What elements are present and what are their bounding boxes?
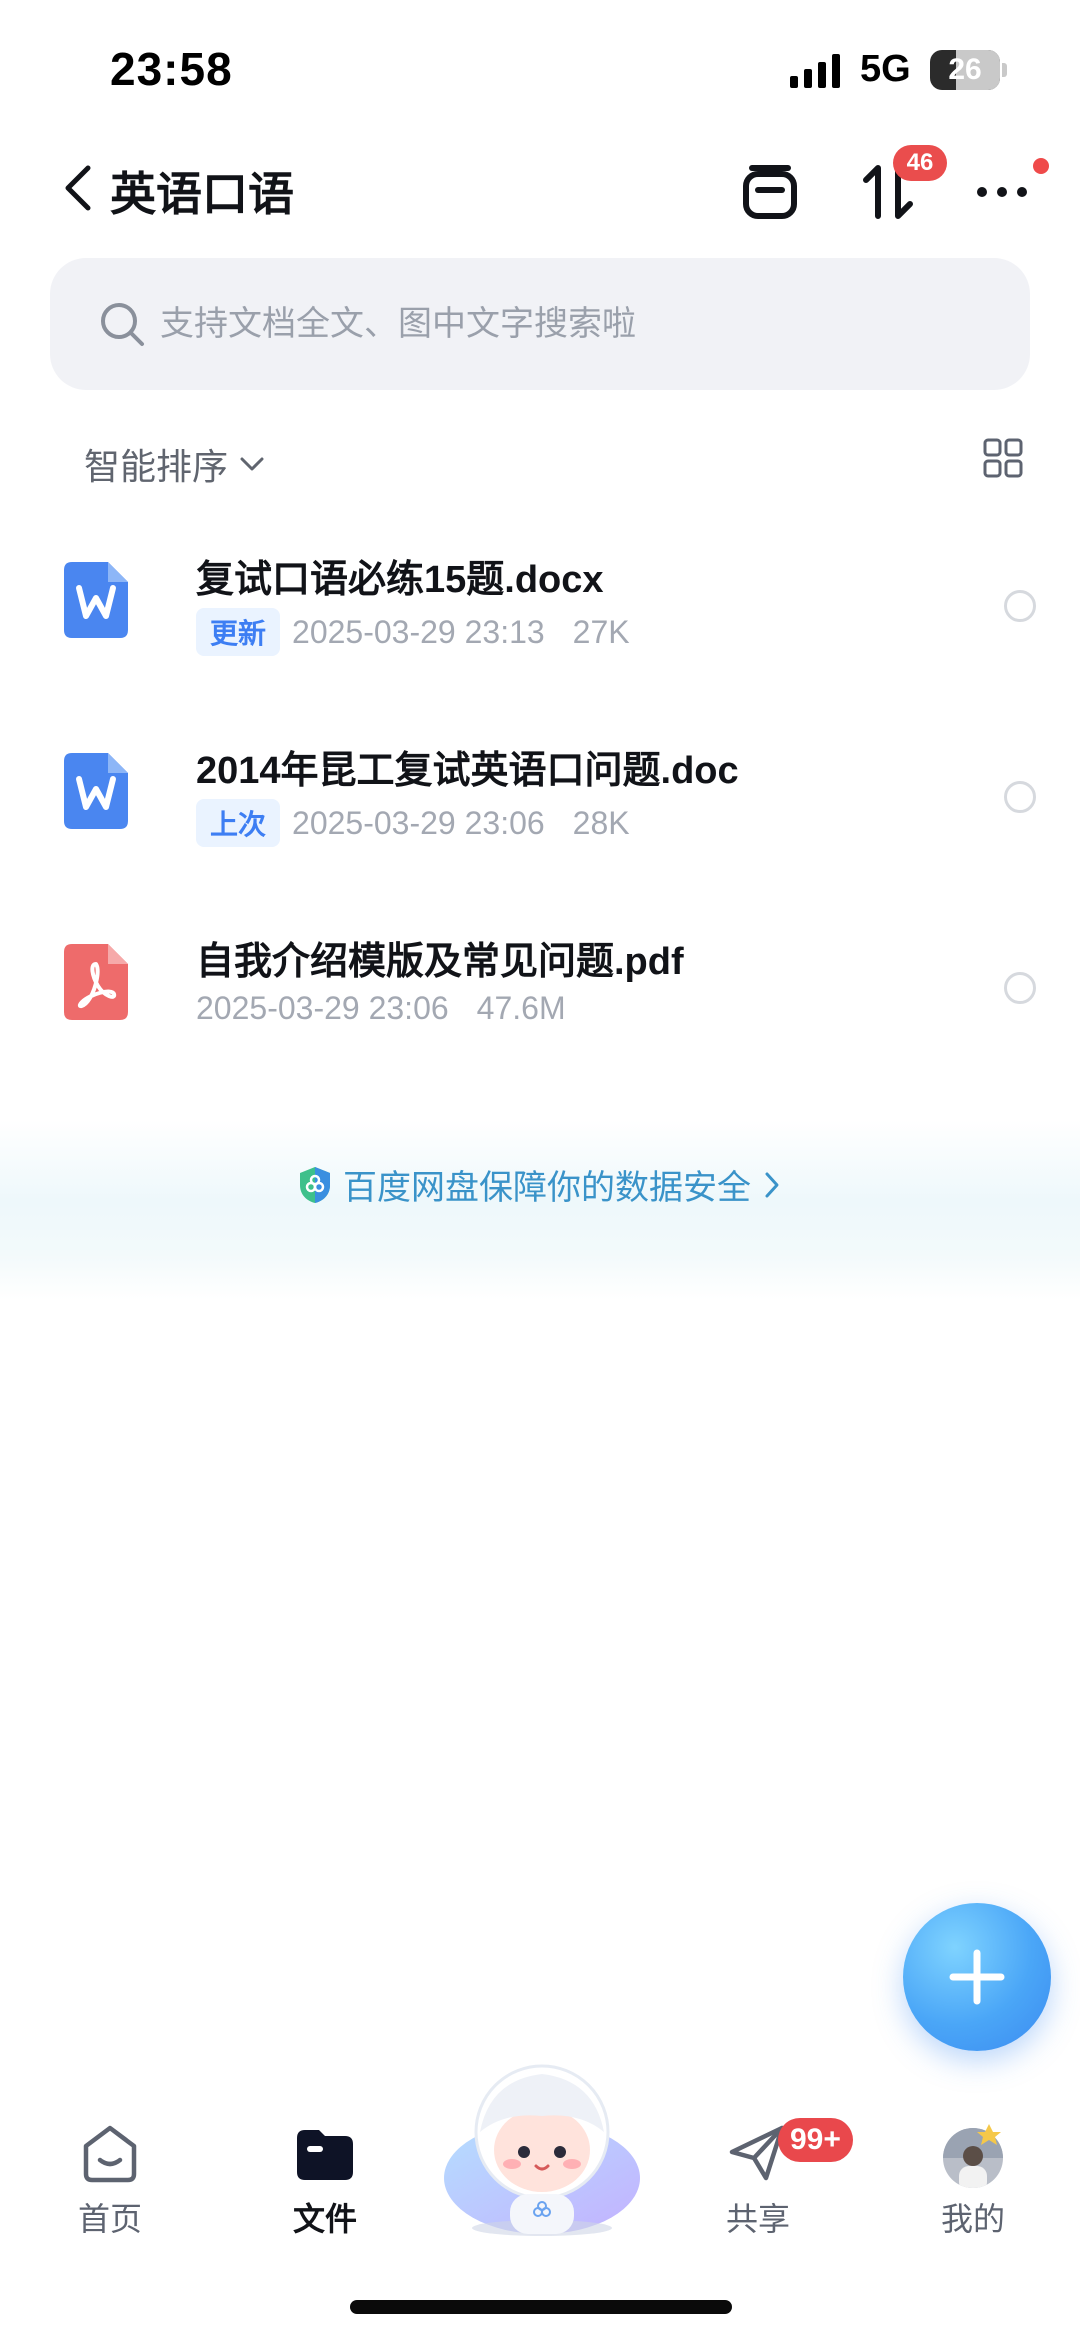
search-icon bbox=[101, 303, 144, 346]
grid-view-icon[interactable] bbox=[983, 438, 1023, 478]
file-size: 28K bbox=[572, 804, 630, 841]
select-radio[interactable] bbox=[1004, 781, 1036, 813]
shield-icon bbox=[300, 1166, 330, 1203]
file-tag: 更新 bbox=[196, 608, 281, 656]
word-file-icon bbox=[64, 753, 128, 829]
status-time: 23:58 bbox=[110, 43, 233, 95]
home-indicator bbox=[350, 2300, 732, 2314]
file-date: 2025-03-29 23:13 bbox=[292, 613, 545, 650]
file-date: 2025-03-29 23:06 bbox=[196, 990, 449, 1026]
back-chevron-icon[interactable] bbox=[58, 160, 98, 216]
security-banner-text: 百度网盘保障你的数据安全 bbox=[343, 1169, 751, 1207]
clipboard-icon[interactable] bbox=[738, 160, 802, 224]
file-tag: 上次 bbox=[196, 799, 281, 847]
file-row[interactable]: 自我介绍模版及常见问题.pdf 2025-03-29 23:06 47.6M bbox=[0, 894, 1080, 1084]
pdf-file-icon bbox=[64, 944, 128, 1020]
word-file-icon bbox=[64, 562, 128, 638]
assistant-mascot-icon[interactable] bbox=[440, 2060, 644, 2240]
share-count-badge: 99+ bbox=[778, 2118, 853, 2162]
signal-strength-icon bbox=[790, 54, 840, 88]
file-size: 47.6M bbox=[476, 990, 566, 1026]
plus-icon bbox=[949, 1949, 1005, 2005]
sort-label: 智能排序 bbox=[84, 446, 229, 487]
file-name: 自我介绍模版及常见问题.pdf bbox=[196, 941, 684, 983]
chevron-down-icon bbox=[240, 457, 264, 471]
battery-level-text: 26 bbox=[948, 53, 982, 86]
page-title: 英语口语 bbox=[110, 168, 294, 220]
folder-icon bbox=[297, 2130, 353, 2180]
network-type: 5G bbox=[860, 48, 911, 90]
more-icon[interactable] bbox=[972, 160, 1036, 224]
chevron-right-icon bbox=[765, 1172, 779, 1197]
notification-dot bbox=[1033, 158, 1049, 174]
file-row[interactable]: 复试口语必练15题.docx 更新 2025-03-29 23:13 27K bbox=[0, 512, 1080, 702]
tab-label: 我的 bbox=[940, 2201, 1005, 2237]
sort-dropdown[interactable]: 智能排序 bbox=[84, 438, 266, 490]
search-input[interactable] bbox=[160, 300, 980, 348]
file-meta: 上次 2025-03-29 23:06 28K bbox=[196, 799, 630, 847]
file-meta: 2025-03-29 23:06 47.6M bbox=[196, 990, 566, 1027]
tab-home[interactable]: 首页 bbox=[35, 2122, 185, 2240]
transfer-count-badge: 46 bbox=[893, 145, 947, 181]
tab-files[interactable]: 文件 bbox=[250, 2122, 400, 2240]
avatar bbox=[943, 2124, 1003, 2188]
security-banner-bg bbox=[0, 1120, 1080, 1300]
select-radio[interactable] bbox=[1004, 972, 1036, 1004]
file-date: 2025-03-29 23:06 bbox=[292, 804, 545, 841]
security-banner[interactable]: 百度网盘保障你的数据安全 bbox=[0, 1160, 1080, 1209]
add-button[interactable] bbox=[903, 1903, 1051, 2051]
tab-label: 文件 bbox=[292, 2201, 357, 2237]
select-radio[interactable] bbox=[1004, 590, 1036, 622]
file-name: 2014年昆工复试英语口问题.doc bbox=[196, 750, 739, 792]
file-name: 复试口语必练15题.docx bbox=[196, 559, 604, 601]
file-meta: 更新 2025-03-29 23:13 27K bbox=[196, 608, 630, 656]
tab-label: 共享 bbox=[725, 2201, 790, 2237]
home-icon bbox=[83, 2125, 137, 2183]
tab-mine[interactable]: 我的 bbox=[898, 2122, 1048, 2240]
file-row[interactable]: 2014年昆工复试英语口问题.doc 上次 2025-03-29 23:06 2… bbox=[0, 703, 1080, 893]
tab-label: 首页 bbox=[77, 2201, 142, 2237]
battery-tip bbox=[1002, 63, 1007, 77]
file-size: 27K bbox=[572, 613, 630, 650]
battery-icon: 26 bbox=[930, 50, 1000, 90]
